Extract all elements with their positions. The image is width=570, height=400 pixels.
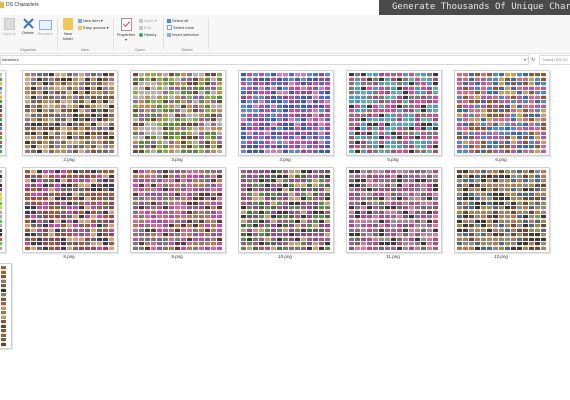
edit-button[interactable]: Edit — [139, 25, 151, 31]
sprite-sheet-preview — [349, 170, 438, 250]
new-item-icon — [78, 18, 82, 23]
file-thumbnail[interactable] — [22, 167, 118, 253]
history-button[interactable]: History — [139, 32, 156, 38]
sprite-sheet-preview — [25, 170, 114, 250]
select-all-icon — [167, 18, 171, 23]
open-icon — [139, 18, 143, 23]
new-item-button[interactable]: New item ▾ — [78, 18, 103, 24]
new-folder-icon — [63, 18, 73, 30]
sprite-sheet-preview — [25, 73, 114, 153]
file-thumbnail[interactable] — [454, 167, 550, 253]
history-label: History — [144, 32, 157, 37]
sprite-sheet-preview — [457, 170, 546, 250]
history-icon — [139, 32, 143, 37]
easy-access-label: Easy access — [83, 25, 106, 30]
delete-label: Delete — [22, 30, 34, 35]
sprite-sheet-preview — [1, 266, 6, 346]
group-divider — [113, 18, 114, 49]
file-thumbnail[interactable] — [0, 167, 6, 253]
file-name-label[interactable]: 5.png — [363, 157, 423, 163]
invert-selection-button[interactable]: Invert selection — [167, 32, 199, 38]
file-thumbnail[interactable] — [0, 70, 6, 156]
file-thumbnail[interactable] — [346, 167, 442, 253]
sprite-sheet-preview — [241, 73, 330, 153]
file-thumbnail[interactable] — [22, 70, 118, 156]
rename-button[interactable]: Rename — [37, 18, 53, 36]
file-thumbnail[interactable] — [238, 70, 334, 156]
search-input[interactable]: Search DS Ch — [539, 55, 570, 65]
search-placeholder: Search DS Ch — [542, 57, 568, 62]
group-divider — [163, 18, 164, 49]
edit-icon — [139, 25, 143, 30]
select-none-label: Select none — [173, 25, 195, 30]
edit-label: Edit — [144, 25, 151, 30]
properties-icon — [120, 18, 132, 31]
invert-selection-icon — [167, 32, 171, 37]
open-label: Open — [144, 18, 154, 23]
properties-label: Properties — [116, 32, 136, 37]
check-icon — [122, 19, 130, 27]
file-name-label[interactable]: 6.png — [471, 157, 531, 163]
group-organize-label: Organize — [19, 47, 37, 52]
sprite-sheet-preview — [241, 170, 330, 250]
sprite-sheet-preview — [0, 73, 2, 153]
sprite-sheet-preview — [133, 170, 222, 250]
sprite-sheet-preview — [0, 170, 2, 250]
title-bar: DS Characters — [0, 0, 392, 11]
file-name-label[interactable]: 9.png — [147, 254, 207, 260]
address-path: haracters — [2, 57, 19, 62]
group-select-label: Select — [181, 47, 193, 52]
rename-icon — [38, 20, 52, 30]
properties-button[interactable]: Properties ▾ — [116, 18, 136, 42]
file-thumbnail[interactable] — [346, 70, 442, 156]
ribbon-toolbar: Copy to Delete Rename Organize New folde… — [0, 15, 570, 54]
select-none-button[interactable]: Select none — [167, 25, 194, 31]
file-thumbnail[interactable] — [454, 70, 550, 156]
sprite-sheet-preview — [349, 73, 438, 153]
copy-to-button[interactable]: Copy to — [2, 18, 16, 36]
sprite-sheet-preview — [457, 73, 546, 153]
file-name-label[interactable]: 10.png — [255, 254, 315, 260]
open-button[interactable]: Open ▾ — [139, 18, 157, 24]
group-new-label: New — [80, 47, 89, 52]
file-thumbnail[interactable] — [238, 167, 334, 253]
group-divider — [57, 18, 58, 49]
file-name-label[interactable]: 11.png — [363, 254, 423, 260]
new-item-label: New item — [83, 18, 100, 23]
sprite-sheet-preview — [133, 73, 222, 153]
delete-icon — [22, 18, 34, 29]
rename-label: Rename — [37, 31, 53, 36]
select-all-label: Select all — [172, 18, 189, 23]
file-list: 2.png 3.png 4.png 5.png 6.png 8.png 9.png 10.pn… — [0, 65, 570, 400]
delete-button[interactable]: Delete — [20, 18, 36, 35]
select-none-icon — [167, 25, 172, 31]
easy-access-icon — [78, 25, 82, 30]
refresh-icon[interactable]: ↻ — [531, 56, 535, 64]
select-all-button[interactable]: Select all — [167, 18, 188, 24]
file-name-label[interactable]: 12.png — [471, 254, 531, 260]
folder-icon — [0, 2, 4, 8]
file-name-label[interactable]: 8.png — [39, 254, 99, 260]
new-folder-button[interactable]: New folder — [60, 18, 76, 41]
file-name-label[interactable]: 4.png — [255, 157, 315, 163]
chevron-down-icon[interactable]: ▾ — [524, 56, 526, 64]
window-title: DS Characters — [6, 2, 39, 8]
file-thumbnail[interactable] — [130, 70, 226, 156]
promo-banner: Generate Thousands Of Unique Chara — [379, 0, 570, 15]
easy-access-button[interactable]: Easy access ▾ — [78, 25, 109, 31]
file-thumbnail[interactable] — [0, 263, 12, 349]
group-open-label: Open — [135, 47, 145, 52]
copy-to-label: Copy to — [2, 31, 16, 36]
file-name-label[interactable]: 2.png — [39, 157, 99, 163]
file-name-label[interactable]: 3.png — [147, 157, 207, 163]
new-folder-label: New folder — [62, 31, 73, 41]
copy-to-icon — [3, 18, 15, 30]
invert-selection-label: Invert selection — [172, 32, 199, 37]
address-bar[interactable]: haracters ▾ — [0, 55, 529, 65]
group-divider — [208, 18, 209, 49]
file-thumbnail[interactable] — [130, 167, 226, 253]
